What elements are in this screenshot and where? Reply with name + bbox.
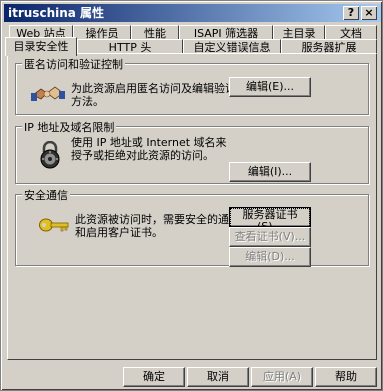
title-bar: itruschina 属性 ? × <box>4 4 381 22</box>
group-label: 匿名访问和验证控制 <box>22 56 125 72</box>
window-title: itruschina 属性 <box>8 6 105 20</box>
edit-ip-button[interactable]: 编辑(I)... <box>229 162 311 182</box>
properties-dialog: itruschina 属性 ? × Web 站点 操作员 性能 ISAPI 筛选… <box>0 0 383 391</box>
key-icon <box>39 217 69 233</box>
apply-button[interactable]: 应用(A) <box>251 367 313 387</box>
help-button[interactable]: 帮助 <box>315 367 377 387</box>
tab-directory-security[interactable]: 目录安全性 <box>5 37 77 56</box>
edit-secure-button[interactable]: 编辑(D)... <box>229 247 311 267</box>
close-icon[interactable]: × <box>361 6 377 20</box>
cancel-button[interactable]: 取消 <box>187 367 249 387</box>
ip-description-line1: 使用 IP 地址或 Internet 域名来 <box>71 136 227 149</box>
secure-description-line2: 和启用客户证书。 <box>75 226 163 239</box>
secure-description-line1: 此资源被访问时，需要安全的通信 <box>75 213 240 226</box>
edit-anonymous-button[interactable]: 编辑(E)... <box>229 77 311 97</box>
anonymous-description-line2: 方法。 <box>71 95 104 108</box>
ip-description-line2: 授予或拒绝对此资源的访问。 <box>71 149 214 162</box>
help-icon[interactable]: ? <box>343 6 359 20</box>
handshake-icon <box>31 81 65 107</box>
anonymous-description-line1: 为此资源启用匿名访问及编辑验证 <box>71 82 236 95</box>
server-certificate-button[interactable]: 服务器证书(S)... <box>229 207 311 234</box>
group-label: 安全通信 <box>22 187 70 203</box>
ok-button[interactable]: 确定 <box>123 367 185 387</box>
lock-icon <box>39 140 61 169</box>
view-certificate-button[interactable]: 查看证书(V)... <box>229 227 311 247</box>
group-label: IP 地址及域名限制 <box>22 119 117 135</box>
